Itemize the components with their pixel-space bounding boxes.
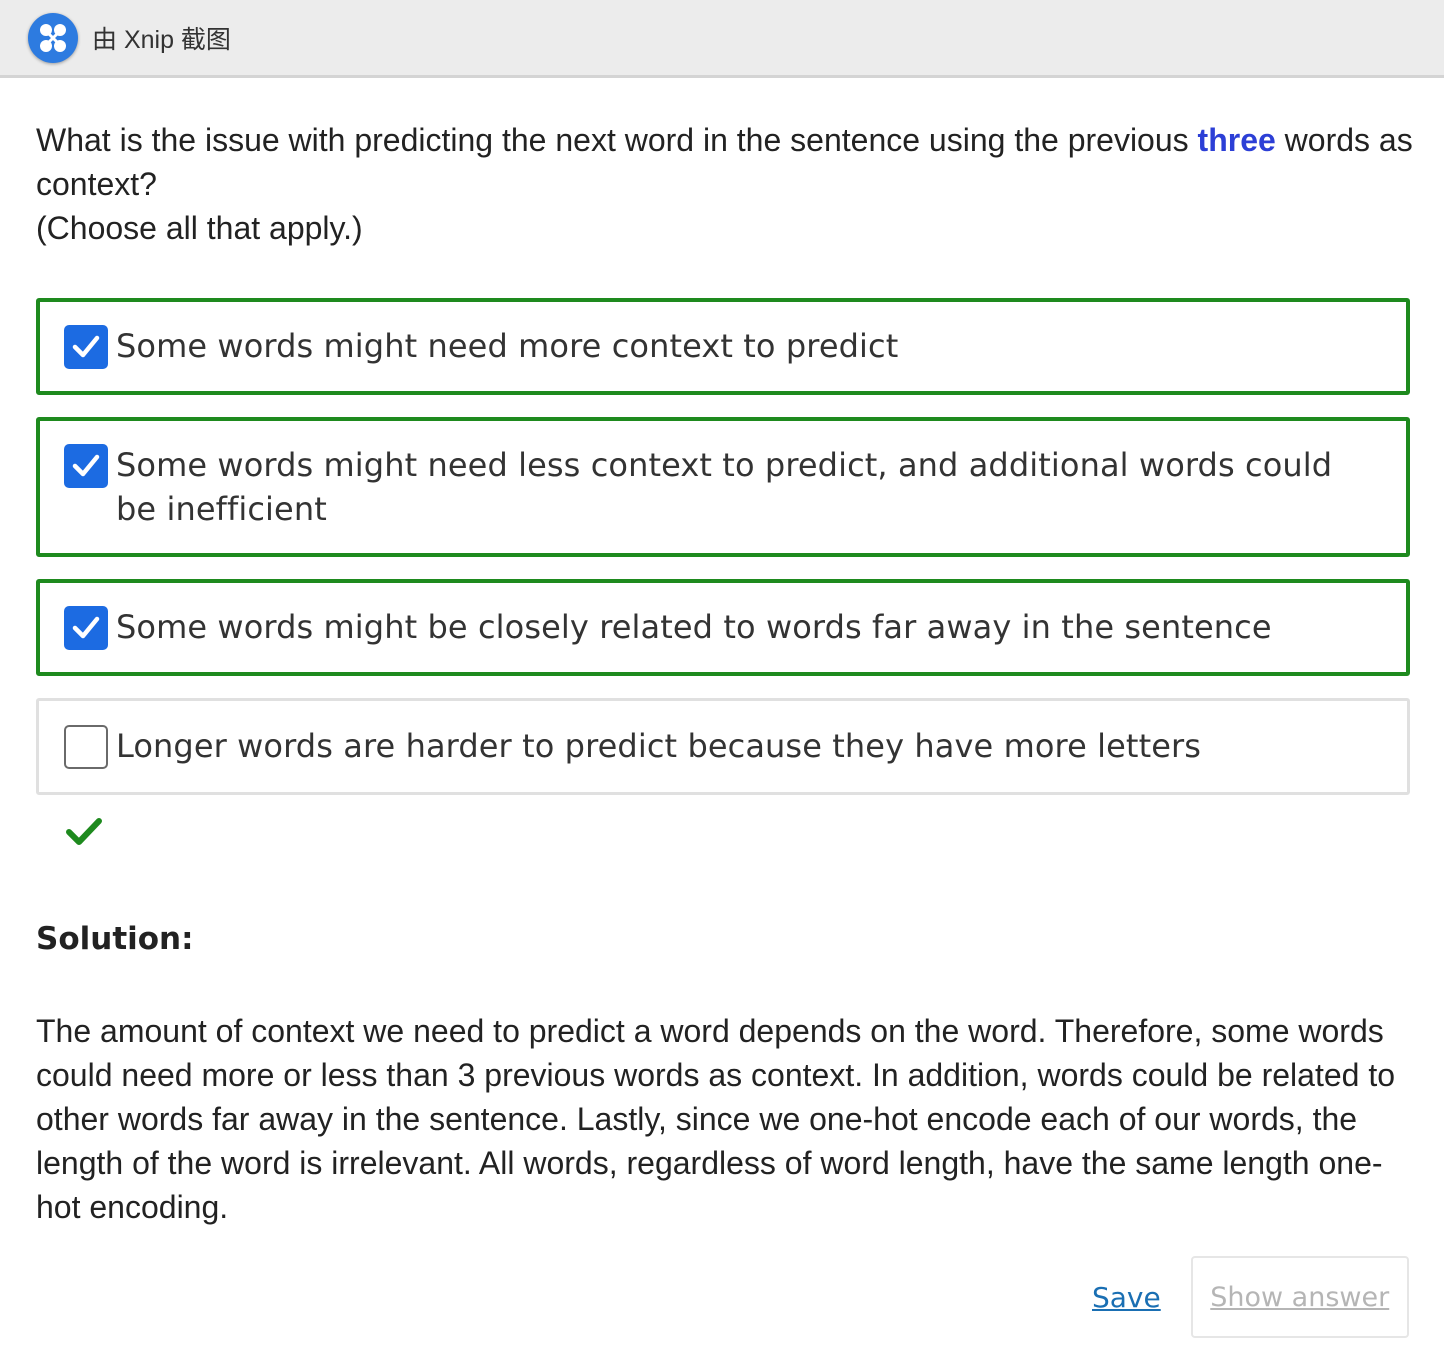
option-label: Some words might need less context to pr… (116, 446, 1333, 528)
question-highlight: three (1197, 122, 1276, 158)
option-label: Longer words are harder to predict becau… (116, 727, 1202, 765)
checkbox-checked[interactable] (64, 444, 108, 488)
quiz-content: What is the issue with predicting the ne… (36, 118, 1416, 1229)
solution-heading: Solution: (36, 921, 194, 957)
checkbox-checked[interactable] (64, 325, 108, 369)
action-bar: Save Show answer (1060, 1256, 1409, 1338)
title-bar: 由 Xnip 截图 (0, 0, 1444, 78)
option-2[interactable]: Some words might need less context to pr… (36, 417, 1410, 557)
check-icon (72, 616, 100, 639)
options-list: Some words might need more context to pr… (36, 298, 1410, 795)
correct-checkmark-icon (66, 817, 102, 847)
question-text: What is the issue with predicting the ne… (36, 118, 1416, 250)
option-1[interactable]: Some words might need more context to pr… (36, 298, 1410, 395)
save-button[interactable]: Save (1092, 1281, 1161, 1314)
check-icon (72, 454, 100, 477)
checkbox-checked[interactable] (64, 606, 108, 650)
show-answer-label: Show answer (1210, 1281, 1390, 1313)
question-text-start: What is the issue with predicting the ne… (36, 122, 1198, 158)
solution-text: The amount of context we need to predict… (36, 1013, 1395, 1225)
window-title: 由 Xnip 截图 (92, 25, 231, 54)
checkbox-unchecked[interactable] (64, 725, 108, 769)
xnip-logo-icon (28, 12, 78, 63)
check-icon (72, 335, 100, 358)
option-label: Some words might need more context to pr… (116, 327, 899, 365)
option-3[interactable]: Some words might be closely related to w… (36, 579, 1410, 676)
option-label: Some words might be closely related to w… (116, 608, 1272, 646)
option-4[interactable]: Longer words are harder to predict becau… (36, 698, 1410, 795)
question-instruction: (Choose all that apply.) (36, 210, 363, 246)
show-answer-button[interactable]: Show answer (1190, 1256, 1409, 1338)
